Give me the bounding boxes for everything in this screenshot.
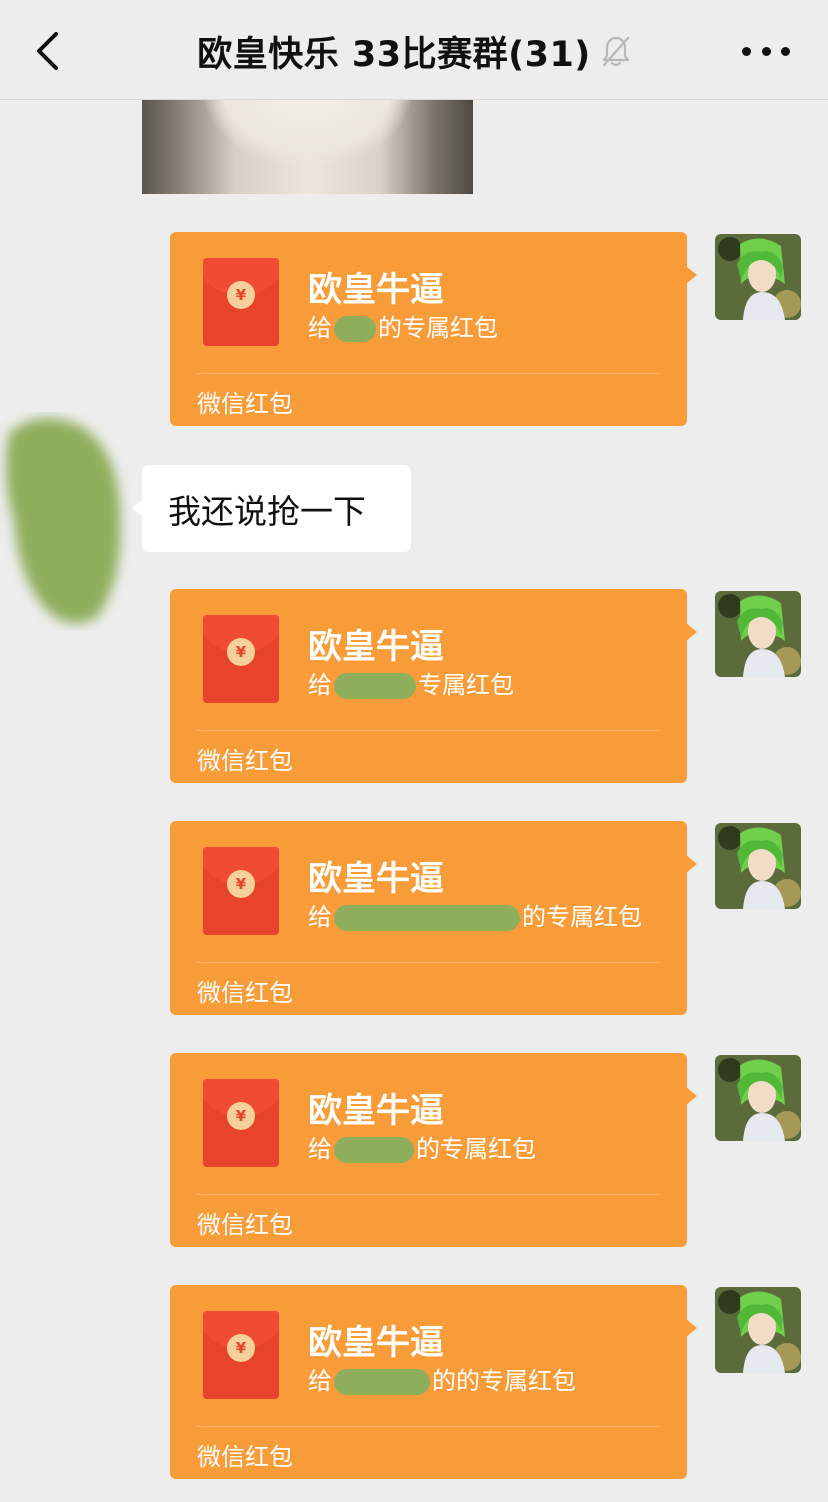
redacted-name: [334, 1369, 430, 1395]
avatar[interactable]: [715, 234, 801, 320]
subtitle-suffix: 的专属红包: [416, 1135, 536, 1163]
red-packet-title: 欧皇牛逼: [308, 627, 444, 667]
red-packet-footer: 微信红包: [197, 1211, 293, 1239]
avatar[interactable]: [715, 591, 801, 677]
subtitle-suffix: 的专属红包: [378, 314, 498, 342]
more-button[interactable]: [742, 36, 790, 66]
bell-off-icon: [602, 36, 629, 67]
red-envelope-icon: ¥: [203, 1311, 279, 1399]
coin-icon: ¥: [227, 1334, 255, 1362]
red-packet-subtitle: 给 的专属红包: [308, 1129, 536, 1164]
anime-avatar-icon: [715, 1055, 801, 1141]
redacted-name: [334, 316, 376, 342]
redacted-name: [334, 905, 520, 931]
divider: [196, 373, 661, 374]
divider: [196, 962, 661, 963]
red-packet-subtitle: 给 的专属红包: [308, 897, 642, 932]
chat-header: 欧皇快乐 33比赛群(31): [0, 0, 828, 100]
red-packet-title: 欧皇牛逼: [308, 859, 444, 899]
red-packet-message[interactable]: ¥ 欧皇牛逼 给 的专属红包 微信红包: [170, 232, 697, 426]
divider: [196, 1194, 661, 1195]
more-dots-icon: [781, 46, 790, 56]
more-dots-icon: [761, 46, 771, 56]
anime-avatar-icon: [715, 591, 801, 677]
subtitle-suffix: 的的专属红包: [432, 1367, 576, 1395]
more-dots-icon: [742, 46, 751, 56]
chat-title-group: 欧皇快乐 33比赛群(31): [120, 28, 708, 75]
red-packet-footer: 微信红包: [197, 390, 293, 418]
red-packet-footer: 微信红包: [197, 747, 293, 775]
chevron-left-icon: [37, 32, 58, 70]
chat-title: 欧皇快乐 33比赛群(31): [197, 34, 591, 75]
text-message-bubble[interactable]: 我还说抢一下: [132, 465, 411, 552]
subtitle-suffix: 专属红包: [418, 671, 514, 699]
text-message-content: 我还说抢一下: [168, 491, 366, 531]
anime-avatar-icon: [715, 823, 801, 909]
avatar[interactable]: [715, 823, 801, 909]
coin-icon: ¥: [227, 638, 255, 666]
anime-avatar-icon: [715, 234, 801, 320]
red-packet-title: 欧皇牛逼: [308, 1323, 444, 1363]
coin-icon: ¥: [227, 281, 255, 309]
red-envelope-icon: ¥: [203, 258, 279, 346]
red-packet-subtitle: 给 的专属红包: [308, 308, 498, 343]
red-packet-footer: 微信红包: [197, 1443, 293, 1471]
back-button[interactable]: [26, 26, 70, 76]
avatar[interactable]: [715, 1287, 801, 1373]
anime-avatar-icon: [715, 1287, 801, 1373]
red-packet-subtitle: 给 专属红包: [308, 665, 514, 700]
subtitle-prefix: 给: [308, 1135, 332, 1163]
red-envelope-icon: ¥: [203, 847, 279, 935]
red-envelope-icon: ¥: [203, 615, 279, 703]
subtitle-prefix: 给: [308, 671, 332, 699]
divider: [196, 1426, 661, 1427]
red-packet-title: 欧皇牛逼: [308, 270, 444, 310]
subtitle-suffix: 的专属红包: [522, 903, 642, 931]
red-packet-footer: 微信红包: [197, 979, 293, 1007]
image-message[interactable]: [142, 100, 473, 194]
coin-icon: ¥: [227, 870, 255, 898]
subtitle-prefix: 给: [308, 314, 332, 342]
red-packet-subtitle: 给 的的专属红包: [308, 1361, 576, 1396]
redacted-name: [334, 673, 416, 699]
red-packet-message[interactable]: ¥ 欧皇牛逼 给 专属红包 微信红包: [170, 589, 697, 783]
divider: [196, 730, 661, 731]
red-packet-message[interactable]: ¥ 欧皇牛逼 给 的专属红包 微信红包: [170, 1053, 697, 1247]
coin-icon: ¥: [227, 1102, 255, 1130]
subtitle-prefix: 给: [308, 903, 332, 931]
red-packet-message[interactable]: ¥ 欧皇牛逼 给 的的专属红包 微信红包: [170, 1285, 697, 1479]
red-packet-message[interactable]: ¥ 欧皇牛逼 给 的专属红包 微信红包: [170, 821, 697, 1015]
avatar[interactable]: [715, 1055, 801, 1141]
redaction-blob-icon: [5, 418, 121, 624]
red-envelope-icon: ¥: [203, 1079, 279, 1167]
subtitle-prefix: 给: [308, 1367, 332, 1395]
red-packet-title: 欧皇牛逼: [308, 1091, 444, 1131]
redacted-name: [334, 1137, 414, 1163]
sender-avatar-redacted[interactable]: [0, 412, 132, 630]
